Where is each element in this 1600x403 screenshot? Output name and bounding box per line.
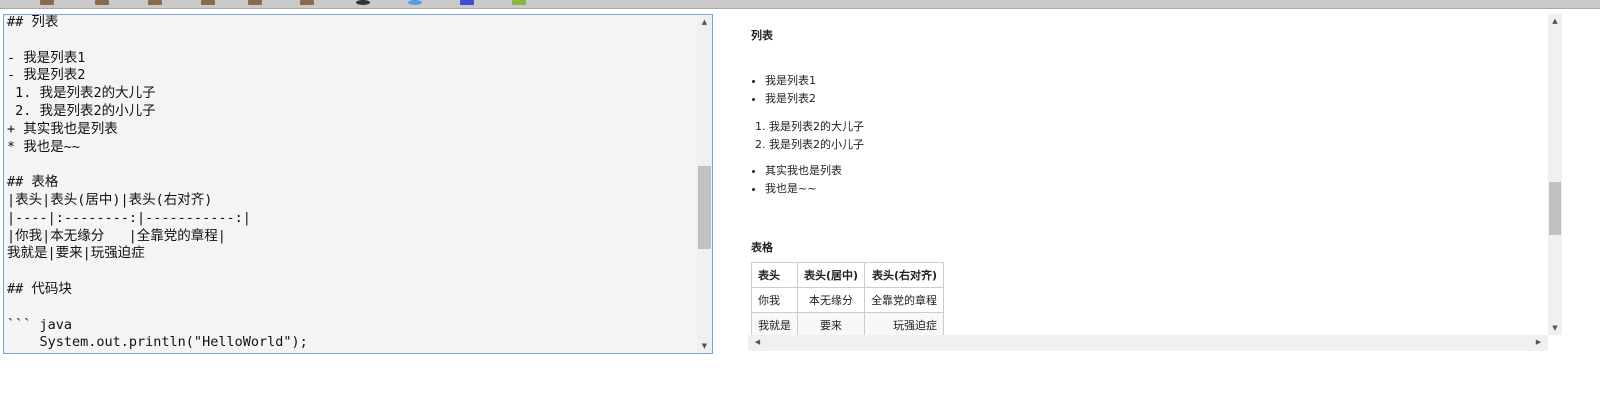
scroll-up-arrow-icon[interactable]: ▲ xyxy=(697,18,712,26)
scroll-up-arrow-icon[interactable]: ▲ xyxy=(1548,17,1562,25)
table-row: 你我 本无缘分 全靠党的章程 xyxy=(751,287,945,313)
table-header-row: 表头 表头(居中) 表头(右对齐) xyxy=(751,262,945,288)
table-heading: 表格 xyxy=(751,241,773,254)
editor-line: - 我是列表1 xyxy=(7,49,86,66)
bookmark-item[interactable] xyxy=(201,0,215,5)
bookmark-item[interactable] xyxy=(300,0,314,5)
editor-line: + 其实我也是列表 xyxy=(7,120,118,137)
list-item: 其实我也是列表 xyxy=(765,162,842,180)
editor-line: |----|:--------:|-----------:| xyxy=(7,209,251,226)
table-cell: 要来 xyxy=(796,312,866,338)
scroll-left-arrow-icon[interactable]: ◀ xyxy=(750,338,765,346)
bookmark-item[interactable] xyxy=(408,0,422,5)
editor-line: ## 代码块 xyxy=(7,280,72,297)
editor-line: * 我也是~~ xyxy=(7,138,81,155)
table-cell: 你我 xyxy=(751,287,798,313)
preview-horizontal-scrollbar[interactable]: ◀ ▶ xyxy=(748,335,1548,351)
scroll-down-arrow-icon[interactable]: ▼ xyxy=(697,342,712,350)
table-header: 表头 xyxy=(751,262,798,288)
editor-line: 2. 我是列表2的小儿子 xyxy=(7,102,156,119)
scrollbar-thumb[interactable] xyxy=(698,166,711,249)
bookmark-item[interactable] xyxy=(148,0,162,5)
table-header: 表头(右对齐) xyxy=(864,262,945,288)
scrollbar-thumb[interactable] xyxy=(1549,182,1561,235)
markdown-preview-pane: 列表 我是列表1 我是列表2 我是列表2的大儿子 我是列表2的小儿子 其实我也是… xyxy=(748,14,1562,352)
editor-line: |你我|本无缘分 |全靠党的章程| xyxy=(7,227,226,244)
editor-line: 我就是|要来|玩强迫症 xyxy=(7,245,145,262)
bullet-list: 我是列表1 我是列表2 xyxy=(765,72,816,108)
preview-table: 表头 表头(居中) 表头(右对齐) 你我 本无缘分 全靠党的章程 我就是 要来 … xyxy=(751,262,945,338)
scroll-right-arrow-icon[interactable]: ▶ xyxy=(1531,338,1546,346)
list-item: 我也是~~ xyxy=(765,180,842,198)
preview-vertical-scrollbar[interactable]: ▲ ▼ xyxy=(1548,14,1562,335)
editor-line: ``` xyxy=(7,352,308,353)
scroll-down-arrow-icon[interactable]: ▼ xyxy=(1548,324,1562,332)
editor-line: ## 表格 xyxy=(7,174,59,191)
editor-line: - 我是列表2 xyxy=(7,67,86,84)
list-heading: 列表 xyxy=(751,29,773,42)
bookmark-item[interactable] xyxy=(248,0,262,5)
bookmark-item[interactable] xyxy=(356,0,370,5)
list-item: 我是列表1 xyxy=(765,72,816,90)
ordered-list: 我是列表2的大儿子 我是列表2的小儿子 xyxy=(769,118,864,154)
editor-line: System.out.println("HelloWorld"); xyxy=(7,334,308,351)
list-item: 我是列表2的大儿子 xyxy=(769,118,864,136)
editor-content[interactable]: ## 列表 - 我是列表1- 我是列表2 1. 我是列表2的大儿子 2. 我是列… xyxy=(7,14,308,353)
table-header: 表头(居中) xyxy=(796,262,866,288)
bullet-list: 其实我也是列表 我也是~~ xyxy=(765,162,842,198)
list-item: 我是列表2 xyxy=(765,90,816,108)
editor-line: ## 列表 xyxy=(7,14,59,30)
table-cell: 全靠党的章程 xyxy=(864,287,945,313)
list-item: 我是列表2的小儿子 xyxy=(769,136,864,154)
table-cell: 本无缘分 xyxy=(796,287,866,313)
editor-line: |表头|表头(居中)|表头(右对齐) xyxy=(7,191,213,208)
table-cell: 玩强迫症 xyxy=(864,312,945,338)
editor-vertical-scrollbar[interactable]: ▲ ▼ xyxy=(697,15,712,353)
table-cell: 我就是 xyxy=(751,312,798,338)
markdown-editor-textarea[interactable]: ## 列表 - 我是列表1- 我是列表2 1. 我是列表2的大儿子 2. 我是列… xyxy=(3,14,713,354)
bookmark-item[interactable] xyxy=(512,0,526,5)
bookmark-item[interactable] xyxy=(95,0,109,5)
editor-line: ``` java xyxy=(7,316,73,333)
bookmarks-bar xyxy=(0,0,1600,9)
bookmark-item[interactable] xyxy=(460,0,474,5)
bookmark-item[interactable] xyxy=(40,0,54,5)
editor-line: 1. 我是列表2的大儿子 xyxy=(7,85,156,102)
table-row: 我就是 要来 玩强迫症 xyxy=(751,312,945,338)
